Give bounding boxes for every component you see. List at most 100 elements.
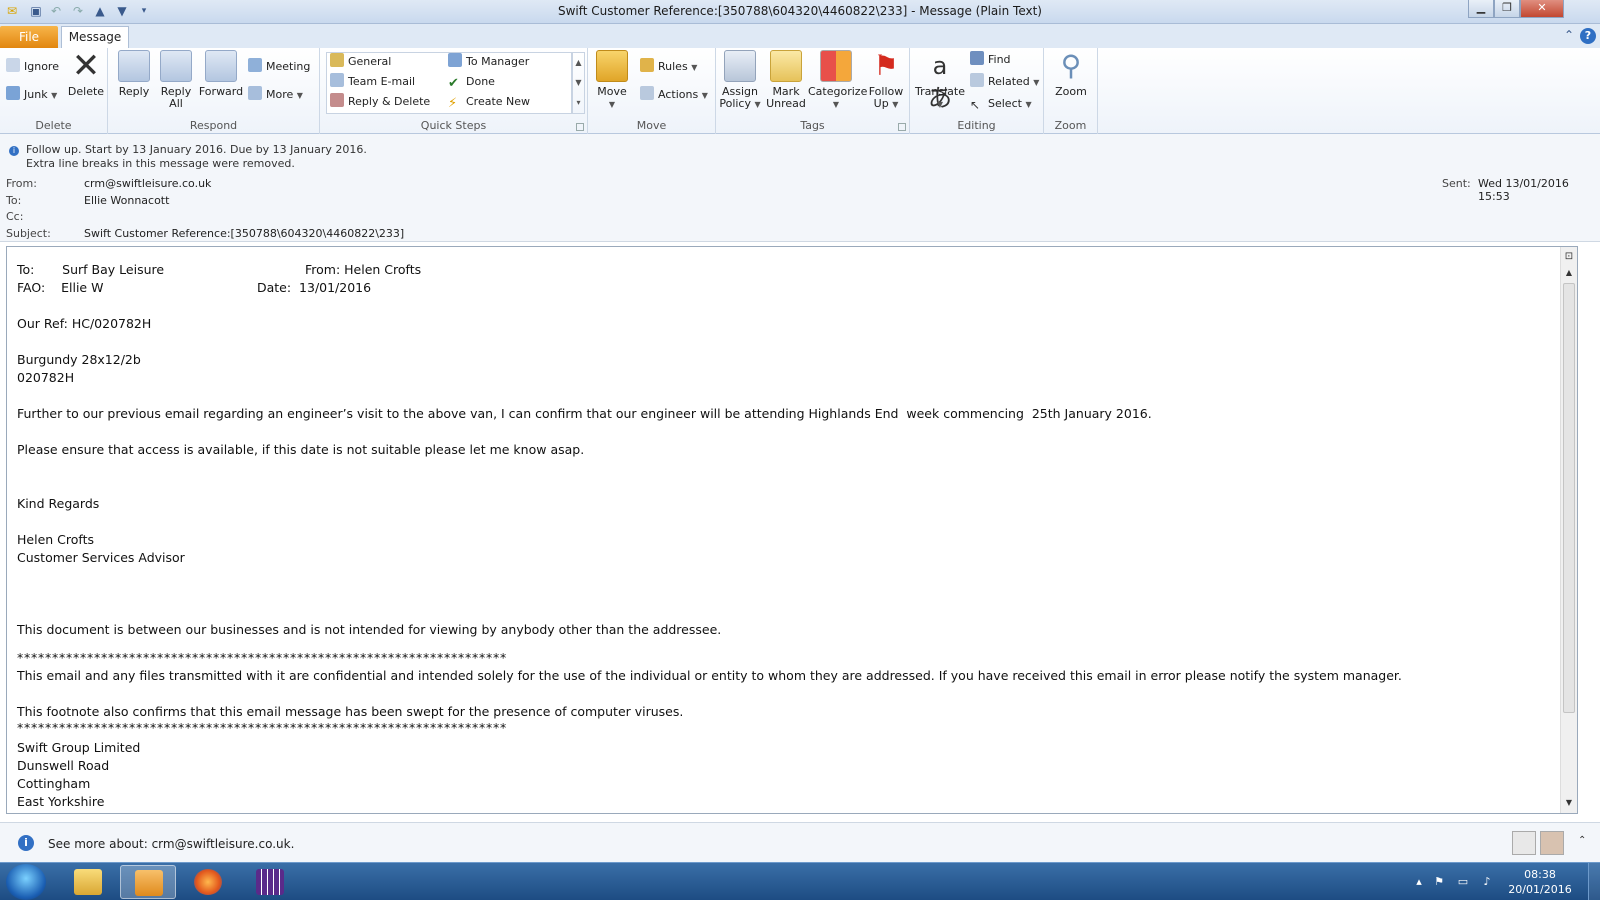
translate-button[interactable]: aあ Translate ▼ xyxy=(912,50,968,112)
cc-label: Cc: xyxy=(6,210,24,223)
grid-app-icon xyxy=(256,869,284,895)
from-value[interactable]: crm@swiftleisure.co.uk xyxy=(84,177,211,190)
select-button[interactable]: ↖ Select ▼ xyxy=(970,94,1032,114)
help-icon[interactable]: ? xyxy=(1580,28,1596,44)
reply-all-label-2: All xyxy=(169,97,183,110)
scroll-thumb[interactable] xyxy=(1563,283,1575,713)
minimize-button[interactable]: ▁ xyxy=(1468,0,1494,18)
message-header-pane: i Follow up. Start by 13 January 2016. D… xyxy=(0,134,1600,242)
taskbar-explorer[interactable] xyxy=(60,865,116,899)
tab-file[interactable]: File xyxy=(0,26,58,48)
from-label: From: xyxy=(6,177,37,190)
checkmark-icon: ✔ xyxy=(448,76,459,91)
message-body[interactable]: To: Surf Bay Leisure From: Helen Crofts … xyxy=(6,246,1578,814)
system-clock[interactable]: 08:38 20/01/2016 xyxy=(1508,867,1572,897)
assign-policy-button[interactable]: Assign Policy ▼ xyxy=(718,50,762,111)
quickstep-team-email-label: Team E-mail xyxy=(348,75,416,88)
related-icon xyxy=(970,73,984,87)
more-respond-icon xyxy=(248,86,262,100)
person-thumbnail-generic[interactable] xyxy=(1512,831,1536,855)
quickstep-general-label: General xyxy=(348,55,392,68)
mark-unread-button[interactable]: Mark Unread xyxy=(766,50,806,110)
tab-message[interactable]: Message xyxy=(61,26,129,48)
taskbar-outlook[interactable] xyxy=(120,865,176,899)
body-from-line: From: Helen Crofts xyxy=(305,262,422,277)
body-notice: This document is between our businesses … xyxy=(17,622,722,637)
move-button[interactable]: Move ▼ xyxy=(592,50,632,111)
address-line-3: Cottingham xyxy=(17,776,91,791)
follow-up-button[interactable]: ⚑ Follow Up ▼ xyxy=(866,50,906,111)
ignore-button[interactable]: Ignore xyxy=(6,57,59,77)
quickstep-team-email[interactable]: Team E-mail xyxy=(330,72,415,92)
scroll-options-icon[interactable]: ⊡ xyxy=(1563,251,1575,263)
actions-icon xyxy=(640,86,654,100)
tags-group: Assign Policy ▼ Mark Unread Categorize ▼ … xyxy=(716,48,910,134)
show-hidden-icons-icon[interactable]: ▴ xyxy=(1412,875,1426,889)
categorize-button[interactable]: Categorize ▼ xyxy=(808,50,867,111)
expand-people-pane-icon[interactable]: ⌃ xyxy=(1578,835,1586,846)
lightning-icon: ⚡ xyxy=(448,96,458,111)
scroll-up-icon[interactable]: ▲ xyxy=(1563,267,1575,279)
reply-button[interactable]: Reply xyxy=(114,50,154,98)
follow-up-info[interactable]: Follow up. Start by 13 January 2016. Due… xyxy=(26,143,367,156)
zoom-button[interactable]: ⚲ Zoom xyxy=(1049,50,1093,98)
quick-steps-scroll[interactable]: ▲ ▼ ▾ xyxy=(572,52,585,114)
volume-muted-icon[interactable]: ♪ xyxy=(1480,875,1494,889)
quick-steps-group-label: Quick Steps xyxy=(420,119,487,132)
quickstep-reply-delete-label: Reply & Delete xyxy=(348,95,431,108)
rules-button[interactable]: Rules ▼ xyxy=(640,57,697,77)
more-respond-button[interactable]: More ▼ xyxy=(248,85,303,105)
quickstep-to-manager[interactable]: To Manager xyxy=(448,52,529,72)
show-desktop-button[interactable] xyxy=(1588,863,1600,900)
person-thumbnail-photo[interactable] xyxy=(1540,831,1564,855)
reply-all-icon xyxy=(160,50,192,82)
rules-icon xyxy=(640,58,654,72)
sent-label: Sent: xyxy=(1442,177,1471,190)
quick-steps-launcher-icon[interactable] xyxy=(576,123,584,131)
taskbar-app-grid[interactable] xyxy=(242,865,298,899)
network-icon[interactable]: ▭ xyxy=(1456,875,1470,889)
assign-policy-icon xyxy=(724,50,756,82)
editing-group: aあ Translate ▼ Find Related ▼ ↖ Select ▼ E… xyxy=(910,48,1044,134)
quickstep-create-new-label: Create New xyxy=(466,95,531,108)
action-center-flag-icon[interactable]: ⚑ xyxy=(1432,875,1446,889)
meeting-label: Meeting xyxy=(266,60,311,73)
quickstep-create-new[interactable]: ⚡ Create New xyxy=(448,92,530,112)
rules-label: Rules xyxy=(658,60,688,73)
close-button[interactable]: ✕ xyxy=(1520,0,1564,18)
quick-steps-group: General Team E-mail Reply & Delete To Ma… xyxy=(320,48,588,134)
find-label: Find xyxy=(988,53,1011,66)
forward-button[interactable]: Forward xyxy=(198,50,244,98)
find-button[interactable]: Find xyxy=(970,50,1011,70)
tags-launcher-icon[interactable] xyxy=(898,123,906,131)
move-folder-icon xyxy=(596,50,628,82)
actions-button[interactable]: Actions ▼ xyxy=(640,85,708,105)
translate-icon: aあ xyxy=(928,52,952,112)
binoculars-icon xyxy=(970,51,984,65)
ignore-label: Ignore xyxy=(24,60,59,73)
related-button[interactable]: Related ▼ xyxy=(970,72,1039,92)
people-see-more[interactable]: See more about: crm@swiftleisure.co.uk. xyxy=(48,837,294,851)
quickstep-general[interactable]: General xyxy=(330,52,391,72)
taskbar-firefox[interactable] xyxy=(180,865,236,899)
meeting-button[interactable]: Meeting xyxy=(248,57,310,77)
delete-button[interactable]: ✕ Delete xyxy=(66,49,106,98)
respond-group: Reply Reply All Forward Meeting More ▼ R… xyxy=(108,48,320,134)
body-paragraph-1: Further to our previous email regarding … xyxy=(17,406,1152,421)
related-label: Related xyxy=(988,75,1030,88)
to-value[interactable]: Ellie Wonnacott xyxy=(84,194,169,207)
body-scrollbar[interactable]: ⊡ ▲ ▼ xyxy=(1560,247,1577,813)
body-van: Burgundy 28x12/2b xyxy=(17,352,141,367)
title-bar: ✉ ▣ ↶ ↷ ▲ ▼ ▾ Swift Customer Reference:[… xyxy=(0,0,1600,24)
start-button[interactable] xyxy=(6,864,46,900)
quickstep-reply-delete[interactable]: Reply & Delete xyxy=(330,92,430,112)
zoom-group-label: Zoom xyxy=(1054,119,1087,132)
junk-button[interactable]: Junk ▼ xyxy=(6,85,57,105)
restore-button[interactable]: ❐ xyxy=(1494,0,1520,18)
scroll-down-icon[interactable]: ▼ xyxy=(1563,797,1575,809)
minimize-ribbon-icon[interactable]: ⌃ xyxy=(1564,28,1574,42)
line-breaks-info[interactable]: Extra line breaks in this message were r… xyxy=(26,157,295,170)
quickstep-done[interactable]: ✔ Done xyxy=(448,72,495,92)
body-our-ref: Our Ref: HC/020782H xyxy=(17,316,152,331)
reply-all-button[interactable]: Reply All xyxy=(156,50,196,110)
